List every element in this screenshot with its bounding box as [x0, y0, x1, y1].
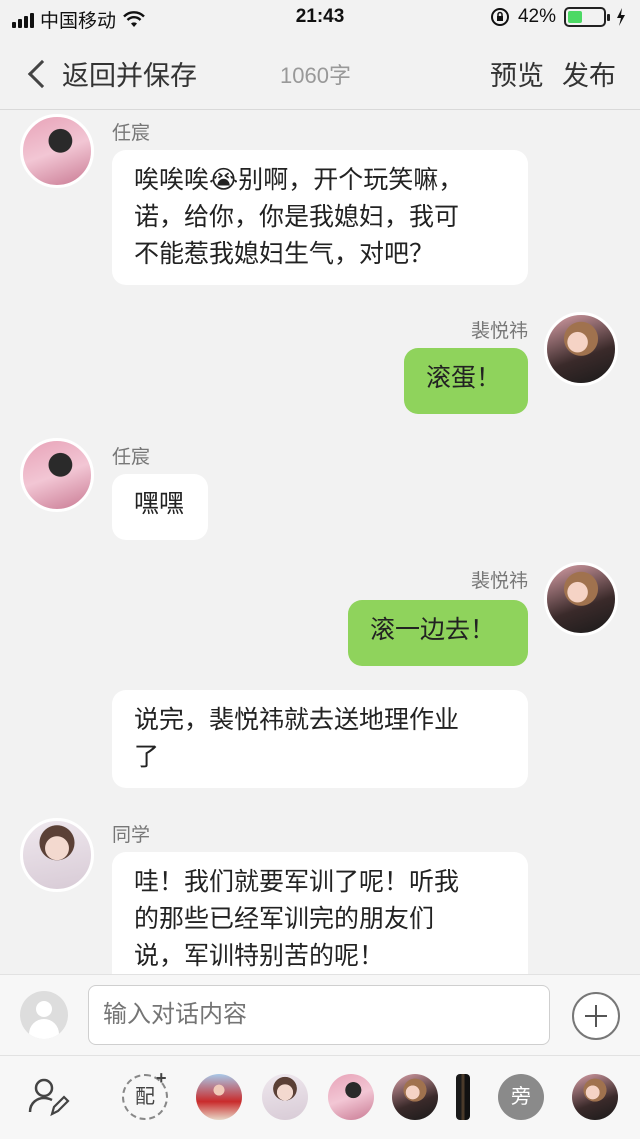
character-avatar[interactable]: [262, 1074, 308, 1120]
sender-name: 同学: [112, 825, 151, 846]
message-bubble[interactable]: 嘿嘿: [112, 474, 208, 540]
message-text: 滚一边去！: [370, 616, 496, 644]
publish-button[interactable]: 发布: [562, 54, 616, 93]
message-bubble[interactable]: 哇！我们就要军训了呢！听我 的那些已经军训完的朋友们 说，军训特别苦的呢！: [112, 852, 528, 974]
orientation-lock-icon: [490, 8, 509, 26]
back-save-label: 返回并保存: [62, 61, 197, 91]
sender-name: 裴悦祎: [470, 321, 528, 342]
nav-bar: 返回并保存 1060字 预览 发布: [0, 36, 640, 110]
status-bar: 中国移动 21:43 42%: [0, 0, 640, 36]
status-right: 42%: [490, 6, 626, 28]
avatar[interactable]: [20, 818, 94, 892]
character-avatar[interactable]: [572, 1074, 618, 1120]
message-text: 滚蛋！: [426, 364, 502, 392]
speaker-avatar-button[interactable]: [20, 991, 68, 1039]
chat-area[interactable]: 任宸 唉唉唉😭别啊，开个玩笑嘛， 诺，给你，你是我媳妇，我可 不能惹我媳妇生气，…: [0, 110, 640, 974]
plus-icon: +: [156, 1068, 167, 1088]
sender-name: 裴悦祎: [470, 571, 528, 592]
character-avatar[interactable]: [392, 1074, 438, 1120]
avatar[interactable]: [20, 438, 94, 512]
user-icon-body: [29, 1019, 59, 1039]
narration-button[interactable]: 旁: [498, 1074, 544, 1120]
sender-name: 任宸: [112, 123, 151, 144]
battery-fill: [568, 11, 583, 23]
avatar[interactable]: [544, 312, 618, 386]
dialogue-input[interactable]: [88, 985, 550, 1045]
sender-name: 任宸: [112, 447, 151, 468]
message-line: 不能惹我媳妇生气，对吧？: [134, 240, 435, 268]
message-bubble[interactable]: 滚一边去！: [348, 600, 528, 666]
word-count: 1060字: [280, 63, 351, 88]
chevron-left-icon: [27, 59, 57, 88]
character-avatar[interactable]: [328, 1074, 374, 1120]
edit-character-icon[interactable]: [26, 1074, 70, 1118]
user-icon: [36, 1001, 52, 1017]
add-button[interactable]: [572, 992, 620, 1040]
back-save-button[interactable]: 返回并保存: [27, 54, 197, 93]
message-bubble[interactable]: 滚蛋！: [404, 348, 528, 414]
message-text: 嘿嘿: [134, 490, 185, 518]
message-line: 诺，给你，你是我媳妇，我可: [134, 203, 460, 231]
input-bar: [0, 974, 640, 1056]
avatar[interactable]: [20, 114, 94, 188]
battery-icon: [564, 7, 610, 27]
narration-line: 了: [134, 743, 160, 771]
message-line: 唉唉唉😭别啊，开个玩笑嘛，: [134, 166, 464, 194]
avatar[interactable]: [544, 562, 618, 636]
character-avatar[interactable]: [196, 1074, 242, 1120]
message-line: 的那些已经军训完的朋友们: [134, 905, 435, 933]
charging-icon: [617, 8, 625, 26]
message-line: 说，军训特别苦的呢！: [134, 942, 385, 970]
character-strip: 配 + 旁: [0, 1056, 640, 1139]
nav-actions: 预览 发布: [490, 54, 616, 93]
narration-bubble[interactable]: 说完，裴悦祎就去送地理作业 了: [112, 690, 528, 788]
preview-button[interactable]: 预览: [490, 54, 544, 93]
message-bubble[interactable]: 唉唉唉😭别啊，开个玩笑嘛， 诺，给你，你是我媳妇，我可 不能惹我媳妇生气，对吧？: [112, 150, 528, 285]
message-line: 哇！我们就要军训了呢！听我: [134, 868, 460, 896]
character-avatar[interactable]: [456, 1074, 470, 1120]
battery-percent: 42%: [517, 6, 556, 27]
narration-line: 说完，裴悦祎就去送地理作业: [134, 706, 460, 734]
